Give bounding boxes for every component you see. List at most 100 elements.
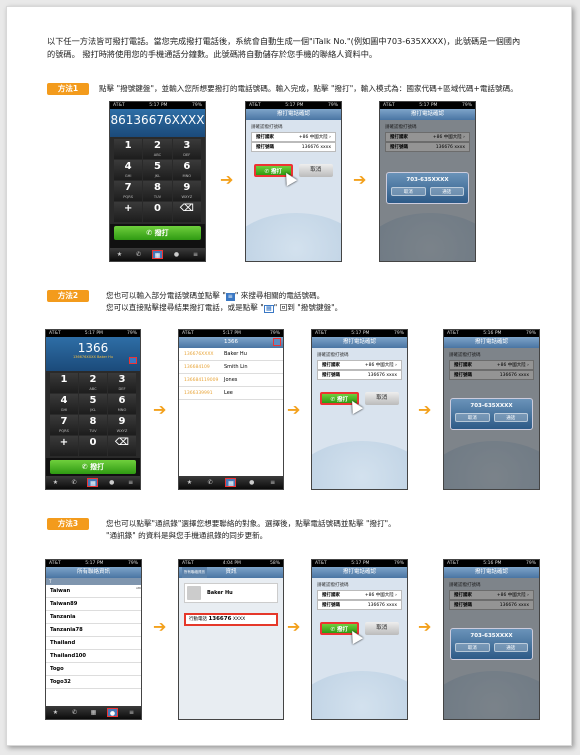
backspace-icon: ⌫: [108, 436, 136, 456]
intro-text: 以下任一方法皆可撥打電話。當您完成撥打電話後，系統會自動生成一個"iTalk N…: [47, 36, 521, 59]
result-row[interactable]: 1366339991 Lee: [179, 387, 283, 400]
cancel-button[interactable]: 取消: [364, 622, 399, 635]
more-icon[interactable]: ≡: [125, 478, 136, 487]
m1-confirm-phone: AT&T 5:17 PM 79% 撥打電話確認 請確認撥打號碼 撥打國家 +86 中國…: [245, 101, 342, 262]
keypad-tab-icon[interactable]: ▦: [225, 478, 237, 487]
favorites-icon[interactable]: ★: [50, 478, 61, 487]
italk-alert: 703-635XXXX 取消 通話: [450, 628, 533, 660]
page: 以下任一方法皆可撥打電話。當您完成撥打電話後，系統會自動生成一個"iTalk N…: [6, 6, 572, 746]
method1-text: 點擊 "撥號鍵盤"，並輸入您所想要撥打的電話號碼。輸入完成，點擊 "撥打"，輸入…: [99, 84, 518, 93]
keypad-icon[interactable]: [273, 338, 281, 346]
italk-alert: 703-635XXXX 取消 通話: [386, 172, 469, 204]
list-icon[interactable]: [129, 357, 137, 364]
key-6[interactable]: 6 MNO: [172, 160, 201, 180]
favorites-icon[interactable]: ★: [50, 708, 61, 717]
method3-header: 方法3: [47, 518, 89, 531]
arrow-icon: ➔: [418, 617, 432, 636]
contact-row[interactable]: Togo: [46, 663, 141, 676]
arrow-icon: ➔: [153, 400, 167, 419]
method1-badge: 方法1: [47, 83, 89, 95]
m2-alert-phone: AT&T 5:16 PM 79% 撥打電話確認 請確認撥打號碼 撥打國家 +86 中國…: [443, 329, 540, 490]
recents-icon[interactable]: ✆: [69, 708, 80, 717]
contact-row[interactable]: Togo32: [46, 676, 141, 689]
backspace-icon[interactable]: ⌫: [172, 202, 201, 222]
recents-icon[interactable]: ✆: [205, 478, 216, 487]
recents-icon[interactable]: ✆: [133, 250, 144, 259]
alert-cancel-button[interactable]: 取消: [391, 187, 426, 196]
key-plus[interactable]: +: [114, 202, 143, 222]
key-8[interactable]: 8 TUV: [143, 181, 172, 201]
alert-call-button[interactable]: 通話: [493, 643, 528, 652]
m1-dialpad-phone: AT&T 5:17 PM 79% 86136676XXXX 1 2 ABC 3 DEF …: [109, 101, 206, 262]
m2-confirm-phone: AT&T 5:17 PM 79% 撥打電話確認 請確認撥打號碼 撥打國家 +86 中國…: [311, 329, 408, 490]
call-button[interactable]: ✆ 撥打: [114, 226, 201, 240]
back-button[interactable]: 所有聯絡資訊: [182, 567, 207, 578]
confirm-title: 撥打電話確認: [246, 109, 341, 120]
contact-row[interactable]: Tanzania: [46, 611, 141, 624]
recents-icon[interactable]: ✆: [69, 478, 80, 487]
dial-display: 86136676XXXX: [110, 109, 205, 137]
cancel-button[interactable]: 取消: [364, 392, 399, 405]
key-4[interactable]: 4 GHI: [114, 160, 143, 180]
contact-row[interactable]: Tanzania78: [46, 624, 141, 637]
more-icon[interactable]: ≡: [190, 250, 201, 259]
avatar: [187, 586, 201, 600]
number-row[interactable]: 撥打號碼 136676 xxxx: [251, 142, 336, 152]
method1-header: 方法1: [47, 83, 89, 96]
contacts-icon[interactable]: ●: [171, 250, 182, 259]
arrow-icon: ➔: [153, 617, 167, 636]
arrow-icon: ➔: [418, 400, 432, 419]
arrow-icon: ➔: [287, 617, 301, 636]
list-icon: ≡: [225, 293, 235, 301]
result-row[interactable]: 136684109 Smith Lin: [179, 361, 283, 374]
m3-confirm-phone: AT&T 5:17 PM 79% 撥打電話確認 請確認撥打號碼 撥打國家 +86 中國…: [311, 559, 408, 720]
contact-card: Baker Hu: [184, 583, 278, 603]
arrow-icon: ➔: [220, 170, 234, 189]
contact-row[interactable]: Taiwan89: [46, 598, 141, 611]
keypad-tab-icon[interactable]: ▦: [87, 478, 99, 487]
alert-call-button[interactable]: 通話: [429, 187, 464, 196]
country-row[interactable]: 撥打國家 +86 中國大陸 ›: [251, 132, 336, 142]
key-2[interactable]: 2 ABC: [143, 139, 172, 159]
call-button[interactable]: ✆ 撥打: [50, 460, 136, 474]
m3-detail-phone: AT&T 4:04 PM 58% 所有聯絡資訊 資訊 Baker Hu 行動電話 13…: [178, 559, 284, 720]
key-7[interactable]: 7 PQRS: [114, 181, 143, 201]
m2-search-phone: AT&T 5:17 PM 79% 1366 136676XXXX Baker Hu 1…: [178, 329, 284, 490]
m3-alert-phone: AT&T 5:16 PM 79% 撥打電話確認 請確認撥打號碼 撥打國家 +86 中國…: [443, 559, 540, 720]
m2-dialpad-phone: AT&T 5:17 PM 79% 1366 136676XXXX Baker Hu …: [45, 329, 141, 490]
contact-row[interactable]: Thailand: [46, 637, 141, 650]
more-icon[interactable]: ≡: [267, 478, 278, 487]
alert-cancel-button[interactable]: 取消: [455, 413, 490, 422]
key-1[interactable]: 1: [114, 139, 143, 159]
favorites-icon[interactable]: ★: [184, 478, 195, 487]
keypad-icon: ▦: [263, 305, 274, 313]
key-5[interactable]: 5 JKL: [143, 160, 172, 180]
method2-badge: 方法2: [47, 290, 89, 302]
contacts-icon[interactable]: ●: [246, 478, 257, 487]
contact-row[interactable]: Thailand100: [46, 650, 141, 663]
favorites-icon[interactable]: ★: [114, 250, 125, 259]
method3-text: 您也可以點擊"通訊錄"選擇您想要聯絡的對象。選擇後，點擊電話號碼並點擊 "撥打"…: [106, 519, 396, 540]
keypad-tab-icon[interactable]: ▦: [88, 708, 99, 717]
contacts-icon[interactable]: ●: [107, 708, 118, 717]
key-0[interactable]: 0: [143, 202, 172, 222]
result-row[interactable]: 136684119009 Jones: [179, 374, 283, 387]
alpha-index[interactable]: ABCDEFGHIJKLMNOPQRSTUVWXYZ#: [136, 586, 141, 590]
method3-badge: 方法3: [47, 518, 89, 530]
keypad: 1 2 ABC 3 DEF 4 GHI 5 JKL 6 MNO 7 PQRS 8 TUV 9W…: [110, 137, 205, 224]
italk-alert: 703-635XXXX 取消 通話: [450, 398, 533, 430]
method2-header: 方法2: [47, 290, 89, 303]
contacts-icon[interactable]: ●: [106, 478, 117, 487]
key-3[interactable]: 3 DEF: [172, 139, 201, 159]
keypad-tab-icon[interactable]: ▦: [152, 250, 163, 259]
alert-cancel-button[interactable]: 取消: [455, 643, 490, 652]
alert-call-button[interactable]: 通話: [493, 413, 528, 422]
more-icon[interactable]: ≡: [126, 708, 137, 717]
phone-number-field[interactable]: 行動電話 136676 XXXX: [184, 613, 278, 626]
contact-row[interactable]: Taiwan: [46, 585, 141, 598]
arrow-icon: ➔: [287, 400, 301, 419]
arrow-icon: ➔: [353, 170, 367, 189]
cancel-button[interactable]: 取消: [298, 164, 333, 177]
key-9[interactable]: 9 WXYZ: [172, 181, 201, 201]
result-row[interactable]: 136676XXXX Baker Hu: [179, 348, 283, 361]
